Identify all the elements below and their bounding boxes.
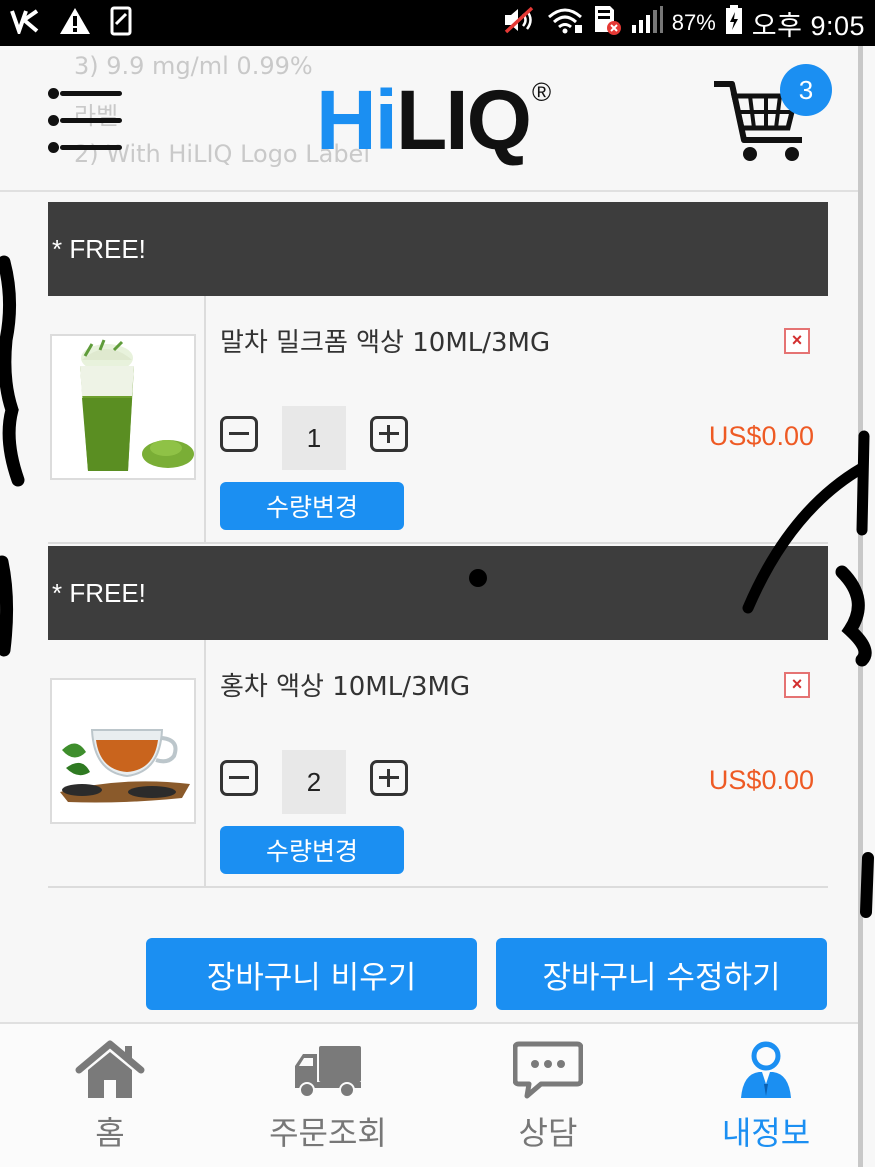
user-icon: [741, 1041, 791, 1098]
menu-line: [60, 118, 122, 123]
item-name: 말차 밀크폼 액상 10ML/3MG: [220, 328, 551, 358]
menu-line: [60, 91, 122, 96]
increase-quantity-button[interactable]: [370, 760, 408, 796]
status-bar: 87% 오후 9:05: [0, 0, 875, 46]
battery-percent: 87%: [671, 10, 716, 35]
nav-item-home[interactable]: 홈: [10, 1024, 210, 1167]
empty-cart-button[interactable]: 장바구니 비우기: [146, 938, 477, 1010]
sim-card-icon: [110, 6, 132, 40]
cart-screen: 87% 오후 9:05 3) 9.9 mg/ml 0.99% 라벨 2) Wit…: [0, 0, 875, 1167]
cart-count-badge: 3: [780, 64, 832, 116]
quantity-value[interactable]: 2: [282, 750, 346, 814]
cart-item: 홍차 액상 10ML/3MG × 2 US$0.00 수량변경: [48, 640, 828, 888]
chat-icon: [513, 1041, 583, 1099]
logo-liq: LIQ: [396, 73, 532, 167]
menu-dot: [48, 142, 59, 153]
nav-label: 주문조회: [269, 1114, 387, 1152]
scrollbar[interactable]: [858, 46, 863, 1167]
menu-line: [60, 145, 122, 150]
edit-cart-button[interactable]: 장바구니 수정하기: [496, 938, 827, 1010]
nav-item-orders[interactable]: 주문조회: [228, 1024, 428, 1167]
sd-card-error-icon: [592, 4, 622, 42]
v-logo-icon: [10, 8, 40, 38]
decrease-quantity-button[interactable]: [220, 760, 258, 796]
nav-label: 상담: [518, 1114, 578, 1152]
black-tea-cup-image[interactable]: [50, 678, 196, 824]
logo-registered: ®: [532, 77, 551, 107]
decrease-quantity-button[interactable]: [220, 416, 258, 452]
warning-icon: [58, 6, 92, 40]
bottom-navigation: 홈 주문조회 상담 내정보: [0, 1022, 860, 1167]
change-quantity-button[interactable]: 수량변경: [220, 826, 404, 874]
home-icon: [75, 1040, 145, 1098]
delete-item-button[interactable]: ×: [784, 672, 810, 698]
matcha-drink-image[interactable]: [50, 334, 196, 480]
wifi-icon: [546, 5, 584, 41]
mute-icon: [502, 5, 538, 41]
signal-icon: [630, 5, 664, 41]
nav-item-consult[interactable]: 상담: [448, 1024, 648, 1167]
item-image-column: [48, 296, 206, 542]
menu-dot: [48, 115, 59, 126]
cart-item: 말차 밀크폼 액상 10ML/3MG × 1 US$0.00 수량변경: [48, 296, 828, 544]
quantity-value[interactable]: 1: [282, 406, 346, 470]
nav-label: 내정보: [721, 1114, 811, 1152]
logo-hi: Hi: [316, 73, 398, 167]
nav-item-my-info[interactable]: 내정보: [666, 1024, 866, 1167]
increase-quantity-button[interactable]: [370, 416, 408, 452]
hiliq-logo[interactable]: Hi LIQ ®: [316, 72, 551, 167]
free-gift-banner: * FREE!: [48, 546, 828, 640]
item-image-column: [48, 640, 206, 886]
item-price: US$0.00: [708, 765, 814, 795]
clock: 오후 9:05: [751, 10, 865, 41]
app-header: 3) 9.9 mg/ml 0.99% 라벨 2) With HiLIQ Logo…: [0, 46, 860, 192]
truck-icon: [295, 1046, 361, 1098]
hamburger-menu-button[interactable]: [48, 88, 124, 154]
free-gift-banner: * FREE!: [48, 202, 828, 296]
menu-dot: [48, 88, 59, 99]
delete-item-button[interactable]: ×: [784, 328, 810, 354]
change-quantity-button[interactable]: 수량변경: [220, 482, 404, 530]
item-price: US$0.00: [708, 421, 814, 451]
item-name: 홍차 액상 10ML/3MG: [220, 672, 471, 702]
ghost-text-line: 3) 9.9 mg/ml 0.99%: [74, 52, 313, 80]
nav-label: 홈: [95, 1114, 125, 1152]
battery-charging-icon: [724, 4, 744, 42]
